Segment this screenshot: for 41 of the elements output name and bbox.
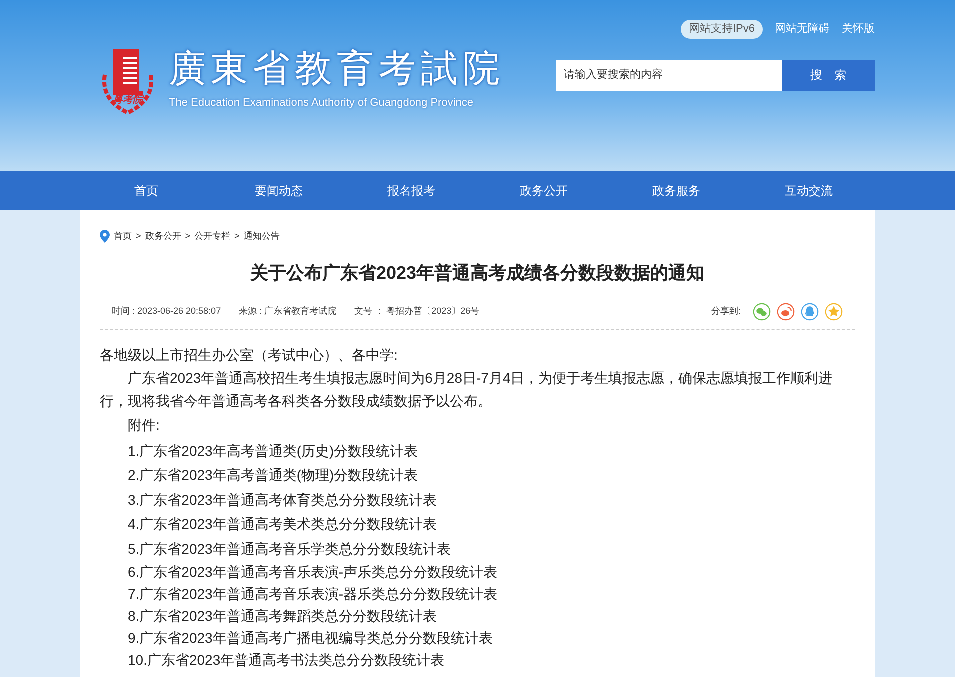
breadcrumb-separator: > [185, 230, 191, 243]
nav-item[interactable]: 首页 [80, 171, 212, 210]
ipv6-badge: 网站支持IPv6 [680, 20, 763, 39]
eye-share-icon[interactable] [777, 302, 795, 320]
meta-text: 文号 ： 粤招办普〔2023〕26号 [354, 304, 480, 318]
attachment-link[interactable]: 2.广东省2023年高考普通类(物理)分数段统计表 [128, 463, 418, 488]
attachment-link[interactable]: 4.广东省2023年普通高考美术类总分分数段统计表 [128, 512, 437, 536]
meta-text: 来源 : 广东省教育考试院 [239, 304, 337, 318]
nav-item[interactable]: 互动交流 [742, 171, 875, 210]
nav-item[interactable]: 报名报考 [345, 171, 478, 210]
nav-item[interactable]: 要闻动态 [212, 171, 345, 210]
breadcrumb-separator: > [136, 230, 142, 243]
logo-subtitle: The Education Examinations Authority of Guangdong Province [169, 96, 475, 112]
breadcrumb-link[interactable]: 通知公告 [244, 230, 280, 244]
breadcrumb-link[interactable]: 首页 [114, 230, 132, 244]
attachment-link[interactable]: 7.广东省2023年普通高考音乐表演-器乐类总分分数段统计表 [128, 583, 498, 605]
breadcrumb-link[interactable]: 公开专栏 [194, 230, 231, 244]
nav-item[interactable]: 政务公开 [478, 171, 610, 210]
search-field[interactable]: 请输入要搜索的内容 [556, 60, 782, 90]
search-button[interactable]: 搜 索 [782, 60, 875, 90]
location-pin-icon [100, 230, 110, 244]
chat-share-icon[interactable] [753, 302, 771, 320]
logo-title: 廣東省教育考試院 [169, 50, 505, 88]
breadcrumb-link[interactable]: 政务公开 [145, 230, 182, 244]
body-paragraph: 广东省2023年普通高校招生考生填报志愿时间为6月28日-7月4日，为便于考生填报志愿，确保志愿填报工作顺利进行，现将我省今年普通高考各科类各分数段成绩数据予以公布。 [100, 368, 834, 410]
salutation-text: 各地级以上市招生办公室（考试中心）、各中学: [100, 346, 399, 364]
attachments-label: 附件: [127, 416, 161, 434]
breadcrumb-separator: > [234, 230, 240, 243]
attachment-link[interactable]: 3.广东省2023年普通高考体育类总分分数段统计表 [128, 488, 437, 512]
attachment-link[interactable]: 8.广东省2023年普通高考舞蹈类总分分数段统计表 [128, 605, 437, 627]
article-title: 关于公布广东省2023年普通高考成绩各分数段数据的通知 [249, 262, 706, 284]
penguin-share-icon[interactable] [801, 302, 819, 320]
attachment-link[interactable]: 10.广东省2023年普通高考书法类总分分数段统计表 [128, 649, 445, 671]
nav-item[interactable]: 政务服务 [610, 171, 742, 210]
attachment-link[interactable]: 5.广东省2023年普通高考音乐学类总分分数段统计表 [128, 536, 451, 561]
star-share-icon[interactable] [825, 302, 843, 320]
attachment-link[interactable]: 6.广东省2023年普通高考音乐表演-声乐类总分分数段统计表 [128, 561, 498, 583]
attachment-link[interactable]: 1.广东省2023年高考普通类(历史)分数段统计表 [128, 438, 418, 463]
share-label: 分享到: [711, 304, 741, 318]
meta-text: 时间 : 2023-06-26 20:58:07 [112, 304, 222, 318]
attachment-link[interactable]: 9.广东省2023年普通高考广播电视编导类总分分数段统计表 [128, 627, 493, 649]
